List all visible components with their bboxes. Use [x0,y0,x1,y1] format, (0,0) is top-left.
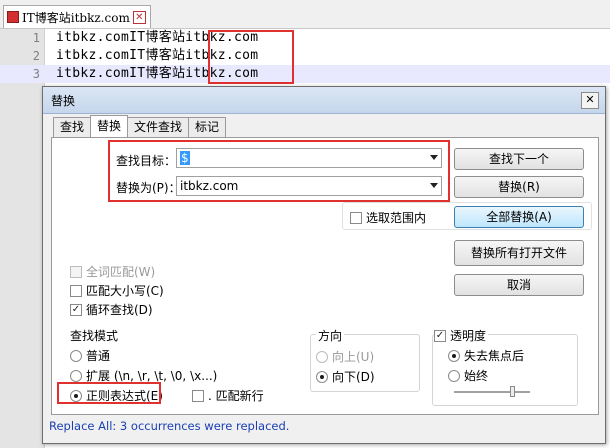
line-number: 3 [32,67,40,81]
checkbox-box[interactable] [350,211,362,224]
regex-annotation-box [57,382,161,404]
replace-all-open-files-button[interactable]: 替换所有打开文件 [454,240,584,266]
cancel-button[interactable]: 取消 [454,274,584,296]
direction-up-label: 向上(U) [332,350,375,364]
radio-circle[interactable] [316,370,328,383]
search-mode-title: 查找模式 [68,327,121,344]
highlight-annotation-box [208,30,294,84]
checkbox-box[interactable] [192,389,204,402]
mode-normal-label: 普通 [86,349,111,363]
dialog-titlebar[interactable]: 替换 ✕ [43,87,605,114]
wrap-around-label: 循环查找(D) [86,303,153,317]
file-tab[interactable]: IT博客站itbkz.com ✕ [3,5,151,28]
tab-find[interactable]: 查找 [53,117,92,137]
checkbox-box[interactable] [70,284,82,297]
tab-find-in-files[interactable]: 文件查找 [127,117,190,137]
replace-dialog: 替换 ✕ 查找 替换 文件查找 标记 查找目标： $ 替换为(P)： itbkz… [42,86,606,444]
fields-annotation-box [108,140,450,202]
unsaved-file-icon [7,11,19,23]
replace-all-button[interactable]: 全部替换(A) [454,206,584,228]
radio-circle[interactable] [448,369,460,382]
transparency-checkbox[interactable]: 透明度 [434,327,489,344]
file-tab-label: IT博客站itbkz.com [22,10,130,25]
editor-tab-bar: IT博客站itbkz.com ✕ [0,0,610,29]
whole-word-checkbox[interactable]: 全词匹配(W) [70,263,155,280]
radio-circle[interactable] [70,369,82,382]
replace-button[interactable]: 替换(R) [454,176,584,198]
close-dialog-button[interactable]: ✕ [581,92,599,109]
mode-normal-radio[interactable]: 普通 [70,347,110,364]
direction-title: 方向 [316,327,345,344]
editor-line[interactable]: 2 itbkz.comIT博客站itbkz.com [0,47,610,65]
transparency-label: 透明度 [450,329,487,343]
match-case-label: 匹配大小写(C) [86,284,164,298]
dialog-title: 替换 [51,94,76,108]
checkbox-box[interactable] [434,329,446,342]
in-selection-label: 选取范围内 [366,211,427,225]
always-label: 始终 [464,369,489,383]
match-case-checkbox[interactable]: 匹配大小写(C) [70,282,164,299]
dot-newline-label: . 匹配新行 [208,389,264,403]
transparency-always-radio[interactable]: 始终 [448,367,488,384]
in-selection-checkbox[interactable]: 选取范围内 [350,209,426,226]
editor-line[interactable]: 1 itbkz.comIT博客站itbkz.com [0,29,610,47]
status-message: Replace All: 3 occurrences were replaced… [49,419,290,433]
dialog-tabs: 查找 替换 文件查找 标记 [53,115,227,137]
radio-circle[interactable] [316,350,328,363]
wrap-around-checkbox[interactable]: 循环查找(D) [70,301,153,318]
checkbox-box[interactable] [70,265,82,278]
replace-panel: 查找目标： $ 替换为(P)： itbkz.com 查找下一个 替换(R) 选取… [51,137,599,415]
transparency-on-lose-focus-radio[interactable]: 失去焦点后 [448,347,524,364]
on-lose-focus-label: 失去焦点后 [464,349,525,363]
transparency-slider-track[interactable] [454,391,530,394]
dot-newline-checkbox[interactable]: . 匹配新行 [192,387,264,404]
line-number: 2 [32,49,40,63]
whole-word-label: 全词匹配(W) [86,265,156,279]
tab-mark[interactable]: 标记 [188,117,227,137]
radio-circle[interactable] [70,349,82,362]
direction-up-radio[interactable]: 向上(U) [316,348,374,365]
direction-down-label: 向下(D) [332,370,375,384]
tab-replace[interactable]: 替换 [90,115,129,137]
find-next-button[interactable]: 查找下一个 [454,148,584,170]
close-tab-icon[interactable]: ✕ [132,10,146,24]
line-number: 1 [32,31,40,45]
radio-circle[interactable] [448,349,460,362]
checkbox-box[interactable] [70,303,82,316]
transparency-slider-thumb[interactable] [510,386,515,397]
direction-down-radio[interactable]: 向下(D) [316,368,375,385]
line-number-gutter [0,29,45,448]
editor-line-current[interactable]: 3 itbkz.comIT博客站itbkz.com [0,65,610,83]
